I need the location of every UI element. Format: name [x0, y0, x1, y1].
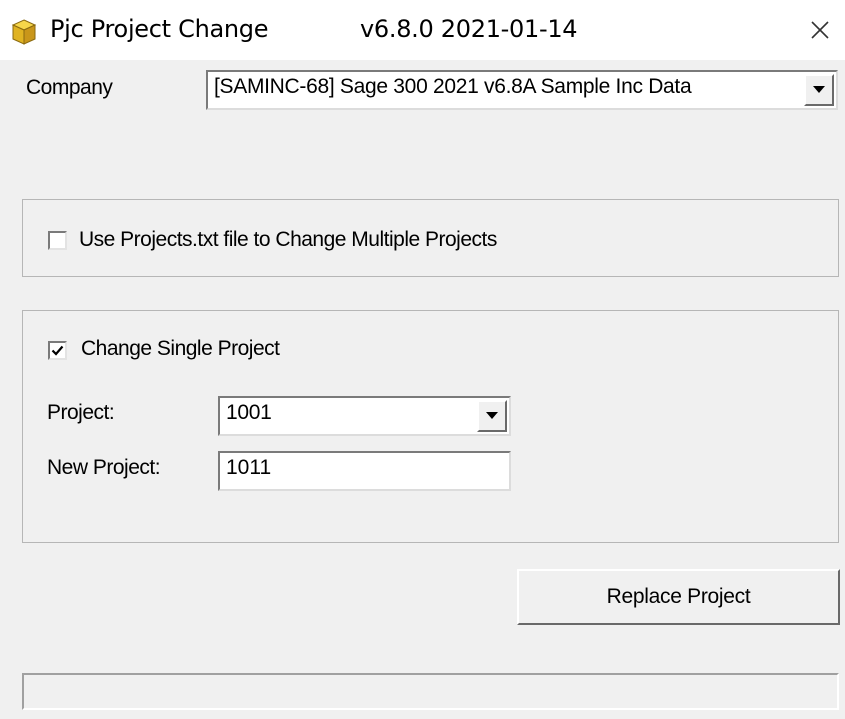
status-bar — [22, 673, 839, 710]
chevron-down-icon — [813, 86, 825, 93]
use-projects-file-label[interactable]: Use Projects.txt file to Change Multiple… — [79, 228, 497, 252]
app-window: Pjc Project Change v6.8.0 2021-01-14 Com… — [0, 0, 845, 719]
company-select[interactable]: [SAMINC-68] Sage 300 2021 v6.8A Sample I… — [206, 70, 838, 110]
chevron-down-icon — [486, 412, 498, 419]
single-project-group: Change Single Project Project: 1001 New … — [22, 310, 839, 543]
company-dropdown-button[interactable] — [804, 74, 834, 106]
title-bar[interactable]: Pjc Project Change v6.8.0 2021-01-14 — [0, 0, 845, 60]
window-title: Pjc Project Change — [50, 15, 269, 43]
close-icon — [811, 21, 829, 39]
replace-project-button[interactable]: Replace Project — [517, 569, 840, 625]
use-projects-file-checkbox[interactable] — [48, 231, 67, 250]
close-button[interactable] — [795, 0, 845, 60]
company-select-value: [SAMINC-68] Sage 300 2021 v6.8A Sample I… — [214, 75, 692, 98]
project-dropdown-button[interactable] — [477, 400, 507, 432]
change-single-project-checkbox[interactable] — [48, 341, 67, 360]
new-project-input[interactable]: 1011 — [218, 451, 511, 491]
window-version: v6.8.0 2021-01-14 — [360, 15, 578, 43]
project-label: Project: — [47, 401, 115, 424]
package-cube-icon — [11, 19, 37, 45]
checkmark-icon — [51, 345, 64, 356]
project-select-value: 1001 — [226, 401, 272, 424]
new-project-input-value: 1011 — [226, 456, 272, 479]
multiple-projects-group: Use Projects.txt file to Change Multiple… — [22, 199, 839, 277]
company-label: Company — [26, 76, 113, 99]
change-single-project-label[interactable]: Change Single Project — [81, 337, 280, 361]
project-select[interactable]: 1001 — [218, 396, 511, 436]
new-project-label: New Project: — [47, 456, 161, 479]
